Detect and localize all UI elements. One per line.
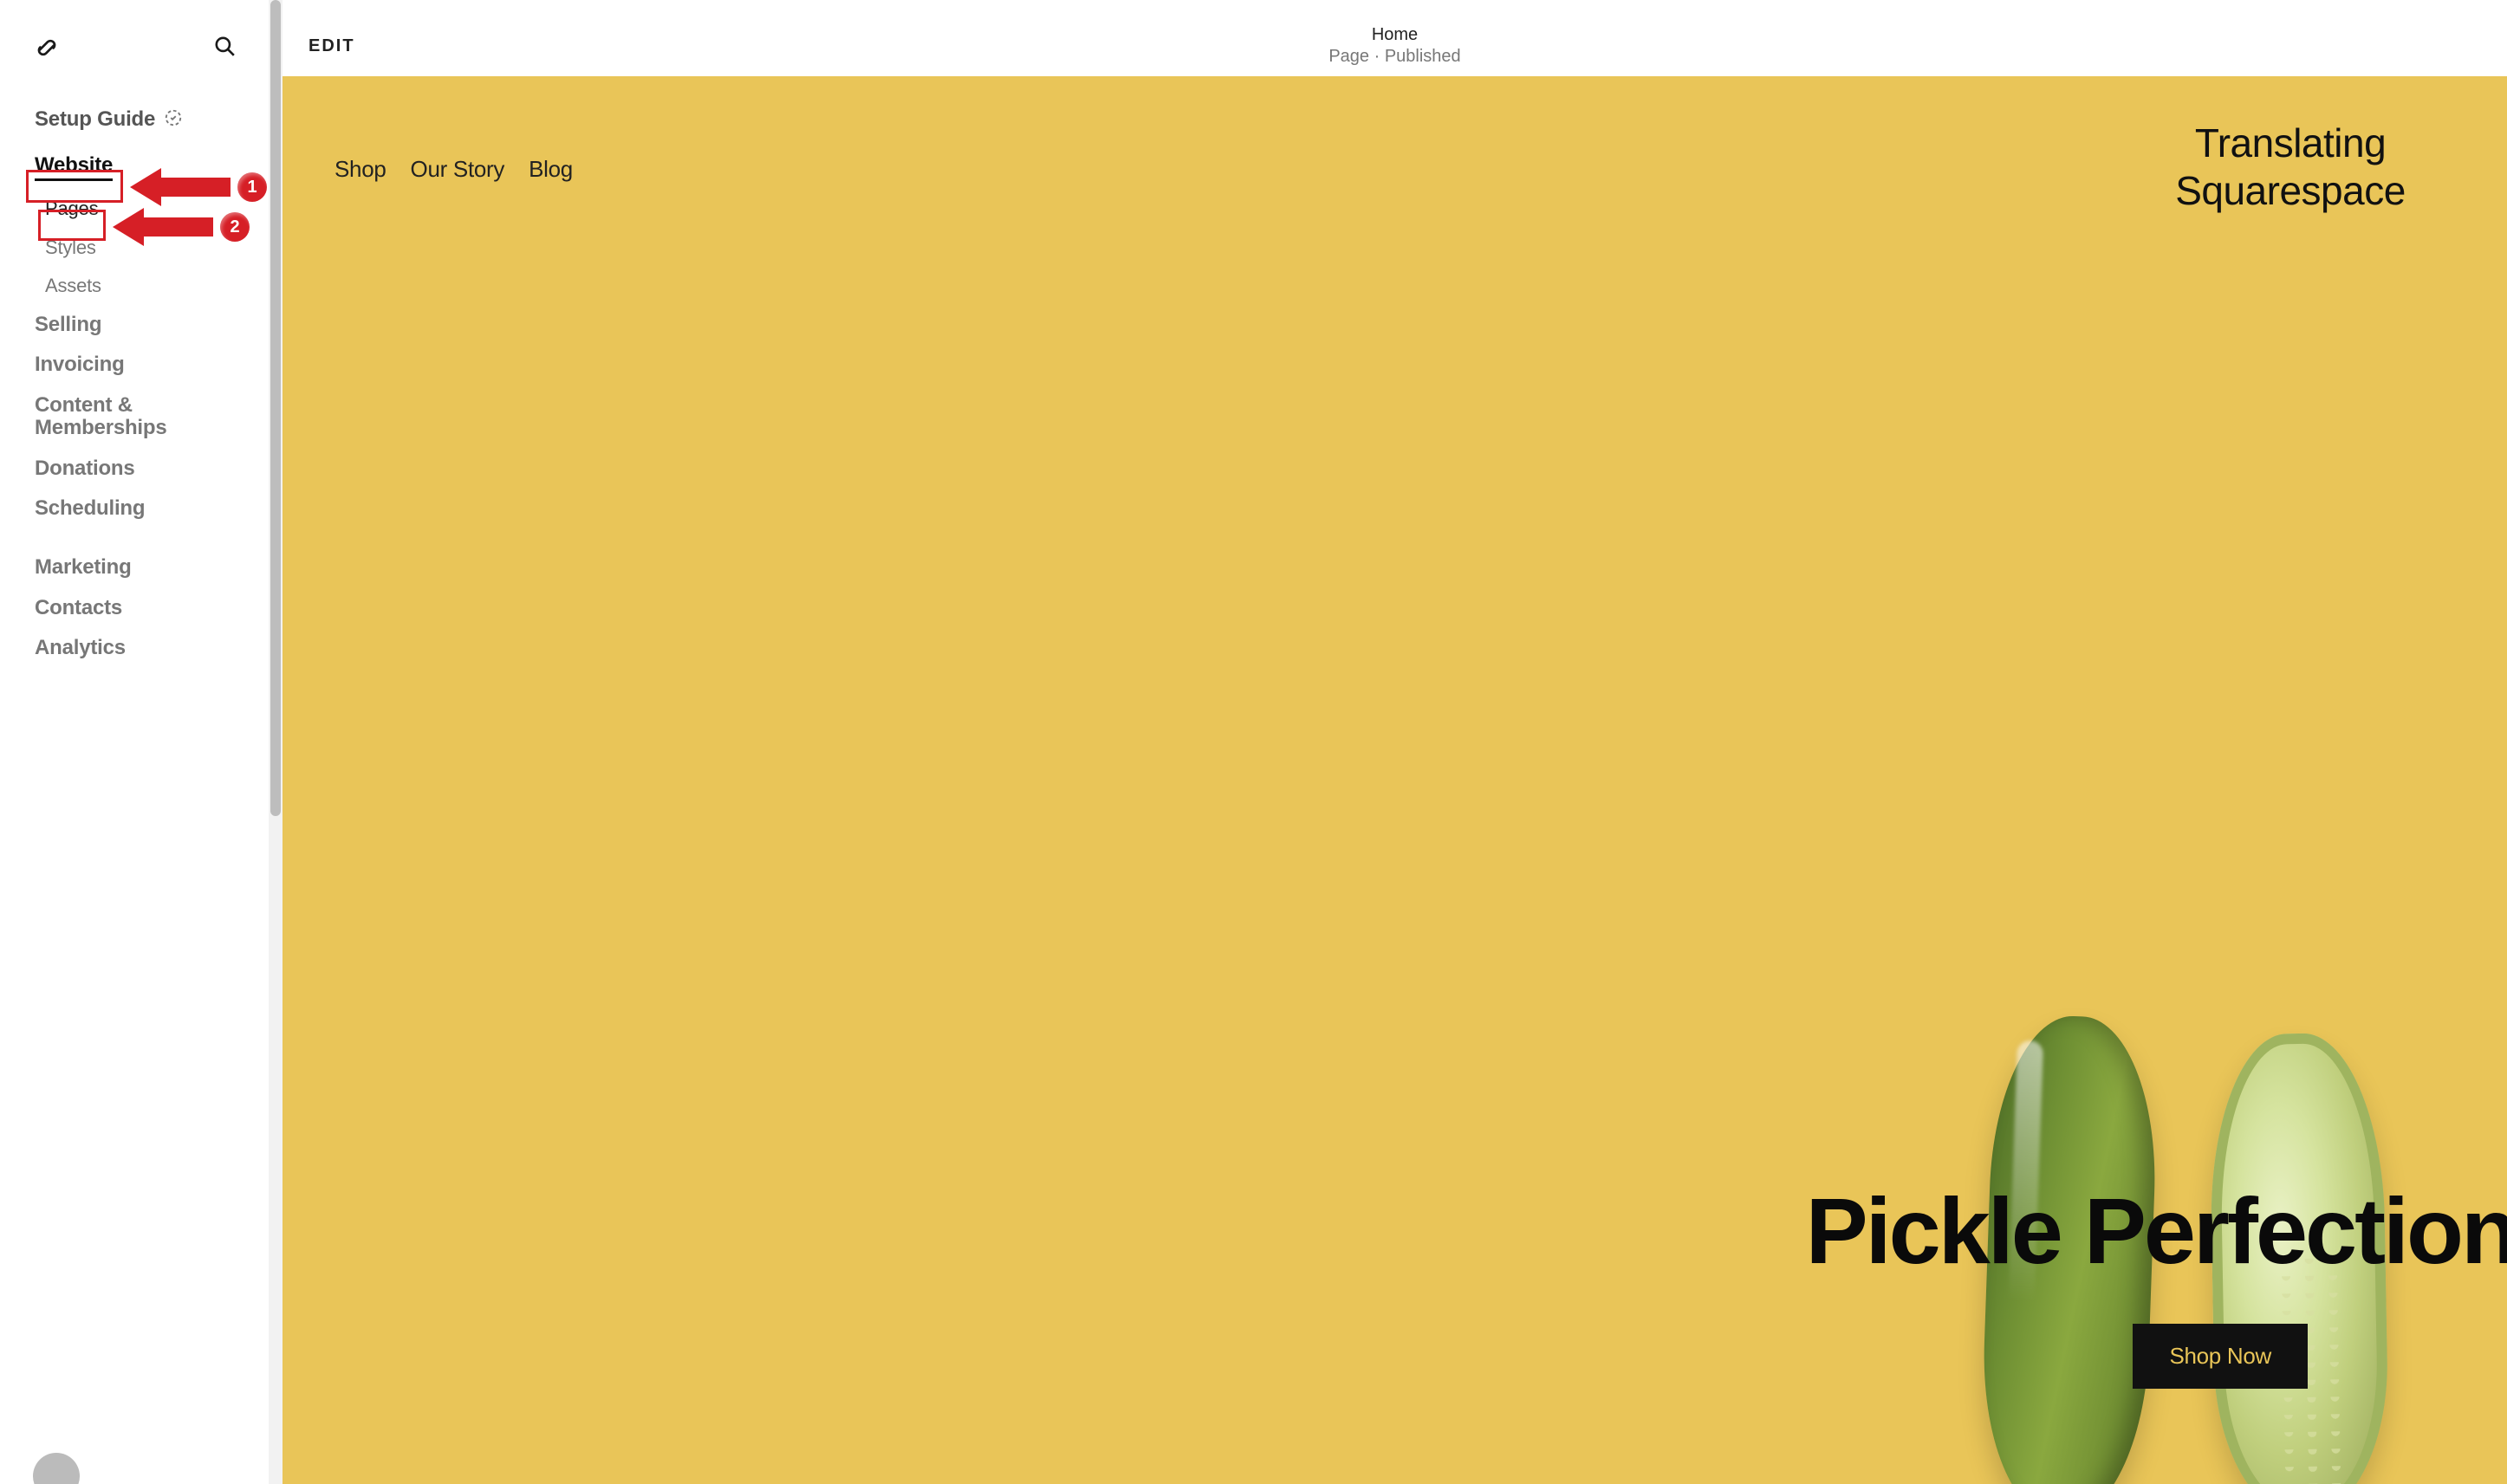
sidebar-item-scheduling[interactable]: Scheduling (0, 489, 269, 528)
preview-toolbar: EDIT Home Page · Published (283, 16, 2507, 76)
sidebar-item-label: Content & Memberships (35, 394, 269, 440)
sidebar-item-label: Analytics (35, 637, 126, 659)
sidebar-item-label: Setup Guide (35, 108, 155, 131)
sidebar-item-website[interactable]: Website (0, 146, 269, 190)
shop-now-button[interactable]: Shop Now (2133, 1324, 2308, 1389)
site-brand: Translating Squarespace (2074, 120, 2507, 215)
sidebar-item-donations[interactable]: Donations (0, 449, 269, 489)
site-brand-line2: Squarespace (2074, 167, 2507, 215)
avatar[interactable] (33, 1453, 80, 1484)
setup-guide-progress-icon (164, 108, 183, 132)
site-brand-line1: Translating (2074, 120, 2507, 167)
sidebar-scrollbar[interactable] (269, 0, 283, 1484)
site-hero: Shop Our Story Blog Translating Squaresp… (283, 76, 2507, 1484)
sidebar-item-contacts[interactable]: Contacts (0, 588, 269, 628)
sidebar-item-marketing[interactable]: Marketing (0, 548, 269, 587)
sidebar-item-label: Website (35, 154, 113, 181)
sidebar-item-label: Selling (35, 314, 101, 336)
sidebar-item-label: Scheduling (35, 497, 145, 520)
preview-panel: EDIT Home Page · Published Shop Our Stor… (283, 0, 2507, 1484)
page-title: Home (1328, 25, 1460, 45)
site-nav-blog[interactable]: Blog (529, 156, 573, 183)
sidebar-item-pages[interactable]: Pages (0, 190, 269, 228)
sidebar-item-invoicing[interactable]: Invoicing (0, 345, 269, 385)
squarespace-logo-icon (33, 34, 61, 62)
sidebar: Setup Guide Website Pages Styles Ass (0, 0, 269, 1484)
sidebar-item-label: Assets (45, 275, 101, 296)
scrollbar-thumb[interactable] (270, 0, 281, 816)
sidebar-item-label: Donations (35, 457, 135, 480)
site-nav: Shop Our Story Blog (334, 156, 573, 183)
search-icon (213, 47, 236, 60)
search-button[interactable] (208, 29, 241, 65)
site-nav-shop[interactable]: Shop (334, 156, 386, 183)
edit-button[interactable]: EDIT (309, 36, 355, 56)
sidebar-nav: Setup Guide Website Pages Styles Ass (0, 74, 269, 668)
sidebar-item-setup-guide[interactable]: Setup Guide (0, 100, 269, 140)
sidebar-item-label: Pages (45, 198, 98, 219)
page-status: Page · Published (1328, 47, 1460, 67)
sidebar-item-analytics[interactable]: Analytics (0, 628, 269, 668)
sidebar-item-selling[interactable]: Selling (0, 305, 269, 345)
sidebar-item-label: Marketing (35, 556, 132, 579)
sidebar-item-styles[interactable]: Styles (0, 229, 269, 267)
sidebar-item-content-memberships[interactable]: Content & Memberships (0, 386, 269, 449)
sidebar-item-label: Styles (45, 237, 96, 258)
sidebar-item-label: Contacts (35, 597, 122, 619)
sidebar-item-label: Invoicing (35, 353, 125, 376)
site-nav-our-story[interactable]: Our Story (411, 156, 505, 183)
hero-headline: Pickle Perfection (1806, 1176, 2507, 1285)
sidebar-item-assets[interactable]: Assets (0, 267, 269, 305)
